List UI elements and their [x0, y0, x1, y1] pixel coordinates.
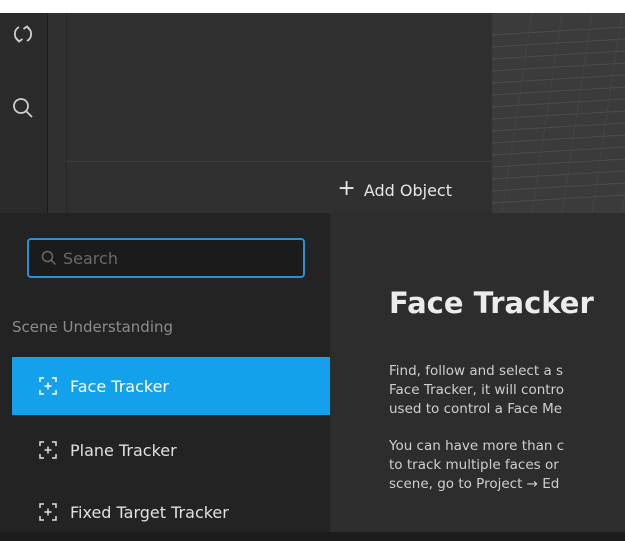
- list-item-plane-tracker[interactable]: Plane Tracker: [12, 421, 330, 479]
- list-item-label: Plane Tracker: [70, 440, 177, 460]
- list-item-label: Face Tracker: [70, 376, 169, 396]
- list-item-fixed-target-tracker[interactable]: Fixed Target Tracker: [12, 483, 330, 541]
- window-top-strip: [0, 0, 625, 13]
- scene-viewport[interactable]: [492, 13, 625, 213]
- add-object-button[interactable]: + Add Object: [337, 177, 452, 203]
- list-item-label: Fixed Target Tracker: [70, 502, 229, 522]
- plus-icon: +: [337, 176, 356, 201]
- detail-description: Find, follow and select a s Face Tracker…: [389, 362, 625, 494]
- description-line: to track multiple faces or: [389, 457, 559, 473]
- scene-panel: + Add Object: [48, 13, 492, 213]
- description-line: Find, follow and select a s: [389, 363, 564, 379]
- scene-divider: [66, 161, 492, 162]
- section-label: Scene Understanding: [12, 318, 174, 336]
- search-input[interactable]: [63, 248, 283, 268]
- tracker-icon: [38, 440, 58, 460]
- tracker-icon: [38, 502, 58, 522]
- search-field[interactable]: [27, 238, 305, 278]
- description-line: scene, go to Project → Ed: [389, 476, 560, 492]
- description-line: You can have more than c: [389, 438, 565, 454]
- left-toolbar: [0, 13, 48, 213]
- search-icon[interactable]: [8, 93, 38, 123]
- tracker-icon: [38, 376, 58, 396]
- search-icon: [41, 250, 57, 266]
- detail-title: Face Tracker: [389, 286, 594, 320]
- rotate-arrows-icon[interactable]: [8, 19, 38, 49]
- viewport-grid: [492, 13, 625, 213]
- add-object-label: Add Object: [363, 180, 452, 200]
- description-line: Face Tracker, it will contro: [389, 382, 565, 398]
- description-line: used to control a Face Me: [389, 401, 563, 417]
- list-item-face-tracker[interactable]: Face Tracker: [12, 357, 330, 415]
